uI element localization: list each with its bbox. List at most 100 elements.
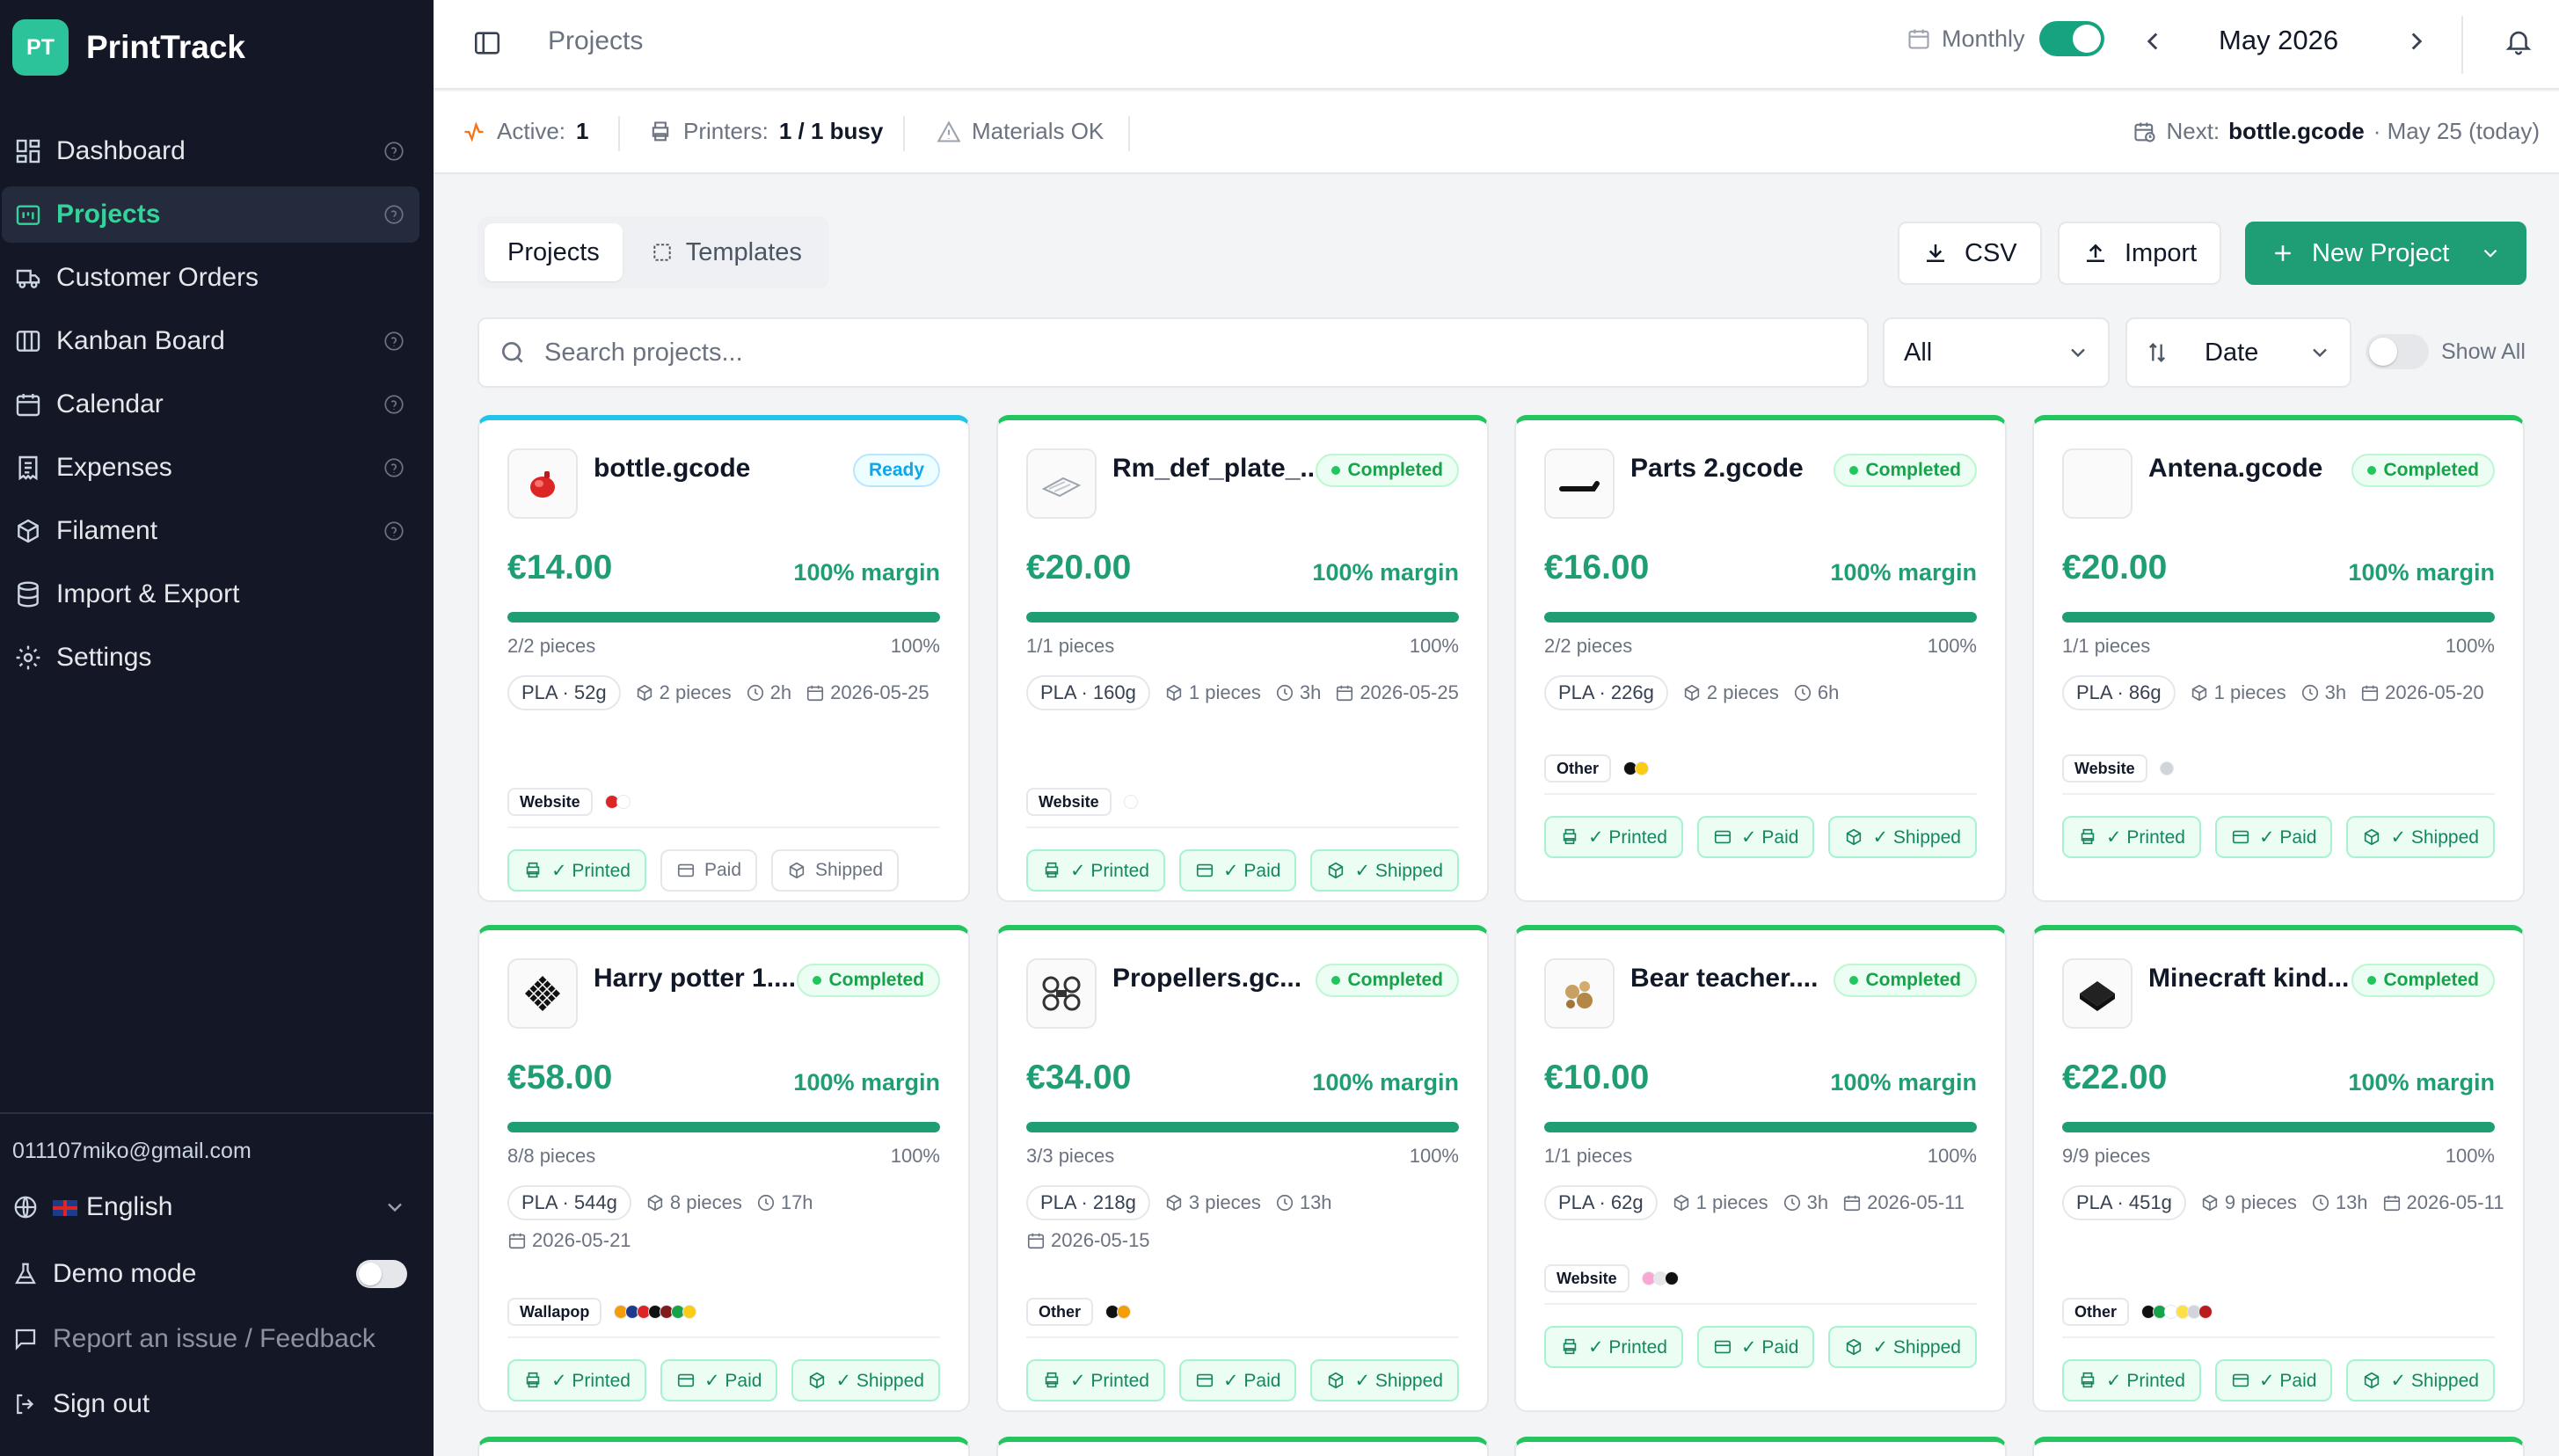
project-card[interactable]: Propellers.gc... Completed €34.00 100% marg… <box>996 925 1489 1412</box>
project-card[interactable]: bottle.gcode Ready €14.00 100% margin 2/2 pi… <box>478 415 970 902</box>
project-card[interactable]: Parts 2.gcode Completed €16.00 100% margin 2… <box>1514 415 2007 902</box>
project-name[interactable]: Antena.gcode <box>2148 454 2368 484</box>
show-all-toggle[interactable] <box>2366 334 2429 369</box>
printed-toggle[interactable]: ✓ Printed <box>1544 1326 1683 1368</box>
demo-mode-toggle[interactable] <box>356 1260 407 1288</box>
source-tag: Website <box>2062 754 2147 783</box>
shipped-toggle[interactable]: ✓ Shipped <box>2346 1359 2495 1401</box>
shipped-toggle[interactable]: ✓ Shipped <box>1828 1326 1977 1368</box>
printed-label: ✓ Printed <box>1588 1336 1667 1358</box>
help-icon[interactable] <box>383 520 405 542</box>
shipped-toggle[interactable]: Shipped <box>771 849 900 892</box>
paid-toggle[interactable]: ✓ Paid <box>1696 816 1815 858</box>
printed-toggle[interactable]: ✓ Printed <box>2062 816 2201 858</box>
printed-toggle[interactable]: ✓ Printed <box>507 1359 646 1401</box>
sidebar-item-calendar[interactable]: Calendar <box>2 376 419 433</box>
shipped-toggle[interactable]: ✓ Shipped <box>1828 816 1977 858</box>
shipped-toggle[interactable]: ✓ Shipped <box>1310 1359 1459 1401</box>
printed-toggle[interactable]: ✓ Printed <box>1026 1359 1165 1401</box>
sidebar-item-kanban-board[interactable]: Kanban Board <box>2 313 419 369</box>
project-name[interactable]: Propellers.gc... <box>1112 964 1332 994</box>
help-icon[interactable] <box>383 393 405 416</box>
prev-month-icon[interactable] <box>2138 26 2168 56</box>
help-icon[interactable] <box>383 203 405 226</box>
print-time-value: 13h <box>2335 1191 2368 1213</box>
sidebar-item-filament[interactable]: Filament <box>2 503 419 559</box>
database-icon <box>18 581 39 608</box>
project-card[interactable]: Rm_def_plate_... Completed €20.00 100% marg… <box>996 415 1489 902</box>
pieces-progress: 1/1 pieces <box>1544 1145 1633 1167</box>
project-name[interactable]: Bear teacher.... <box>1630 964 1850 994</box>
empty-thumb <box>2062 448 2132 519</box>
printed-toggle[interactable]: ✓ Printed <box>1026 849 1165 892</box>
tab-projects[interactable]: Projects <box>485 223 623 281</box>
sidebar-item-customer-orders[interactable]: Customer Orders <box>2 250 419 306</box>
project-name[interactable]: bottle.gcode <box>594 454 813 484</box>
paid-toggle[interactable]: ✓ Paid <box>1178 849 1297 892</box>
credit-card-icon <box>677 863 695 877</box>
color-swatch <box>1664 1271 1679 1285</box>
progress-bar <box>1544 612 1977 622</box>
paid-toggle[interactable]: ✓ Paid <box>660 1359 778 1401</box>
paid-toggle[interactable]: ✓ Paid <box>2214 816 2333 858</box>
sidebar-item-expenses[interactable]: Expenses <box>2 440 419 496</box>
package-icon <box>2365 828 2380 846</box>
paid-toggle[interactable]: ✓ Paid <box>1696 1326 1815 1368</box>
project-card[interactable]: Bear teacher.... Completed €10.00 100% marg… <box>1514 925 2007 1412</box>
sidebar-toggle-icon[interactable] <box>472 28 502 58</box>
project-name[interactable]: Parts 2.gcode <box>1630 454 1850 484</box>
tab-templates[interactable]: Templates <box>628 223 825 281</box>
new-project-button[interactable]: New Project <box>2245 222 2526 285</box>
project-card[interactable] <box>2032 1437 2525 1456</box>
project-tags: Other <box>1026 1298 1132 1326</box>
printed-toggle[interactable]: ✓ Printed <box>2062 1359 2201 1401</box>
shipped-toggle[interactable]: ✓ Shipped <box>791 1359 940 1401</box>
project-card[interactable] <box>478 1437 970 1456</box>
sidebar-item-projects[interactable]: Projects <box>2 186 419 243</box>
paid-toggle[interactable]: ✓ Paid <box>2214 1359 2333 1401</box>
language-select[interactable]: English <box>12 1183 407 1232</box>
brand-logo: PT <box>12 19 69 76</box>
csv-button[interactable]: CSV <box>1898 222 2042 285</box>
monthly-toggle[interactable] <box>2038 21 2104 56</box>
next-month-icon[interactable] <box>2402 26 2431 56</box>
import-label: Import <box>2125 238 2198 267</box>
project-tags: Other <box>1544 754 1650 783</box>
search-input[interactable] <box>544 338 1775 368</box>
project-name[interactable]: Minecraft kind... <box>2148 964 2368 994</box>
sort-select[interactable]: Date <box>2125 317 2351 388</box>
feedback-link[interactable]: Report an issue / Feedback <box>12 1314 407 1364</box>
printed-toggle[interactable]: ✓ Printed <box>1544 816 1683 858</box>
sidebar-item-import-export[interactable]: Import & Export <box>2 566 419 622</box>
sidebar-item-label: Settings <box>56 643 152 672</box>
import-button[interactable]: Import <box>2058 222 2222 285</box>
project-card[interactable]: Antena.gcode Completed €20.00 100% margin 1/… <box>2032 415 2525 902</box>
sidebar-item-settings[interactable]: Settings <box>2 630 419 686</box>
brand[interactable]: PT PrintTrack <box>12 19 245 76</box>
help-icon[interactable] <box>383 140 405 163</box>
print-time-value: 13h <box>1299 1191 1332 1213</box>
help-icon[interactable] <box>383 456 405 479</box>
shipped-toggle[interactable]: ✓ Shipped <box>1310 849 1459 892</box>
project-price: €20.00 <box>2062 549 2168 586</box>
project-card[interactable] <box>996 1437 1489 1456</box>
printed-toggle[interactable]: ✓ Printed <box>507 849 646 892</box>
sign-out-button[interactable]: Sign out <box>12 1380 407 1429</box>
shipped-toggle[interactable]: ✓ Shipped <box>2346 816 2495 858</box>
bell-icon[interactable] <box>2504 26 2533 56</box>
status-filter-select[interactable]: All <box>1883 317 2110 388</box>
project-actions: ✓ Printed ✓ Paid ✓ Shipped <box>1026 1359 1459 1401</box>
paid-toggle[interactable]: ✓ Paid <box>1178 1359 1297 1401</box>
drone-thumb <box>1026 958 1097 1029</box>
paid-toggle[interactable]: Paid <box>660 849 757 892</box>
project-name[interactable]: Harry potter 1.... <box>594 964 813 994</box>
sidebar-item-dashboard[interactable]: Dashboard <box>2 123 419 179</box>
chevron-down-icon[interactable] <box>2479 242 2502 265</box>
help-icon[interactable] <box>383 330 405 353</box>
project-card[interactable]: Minecraft kind... Completed €22.00 100% mar… <box>2032 925 2525 1412</box>
project-card[interactable] <box>1514 1437 2007 1456</box>
next-print[interactable]: Next: bottle.gcode · May 25 (today) <box>2132 118 2540 145</box>
project-card[interactable]: Harry potter 1.... Completed €58.00 100% ma… <box>478 925 970 1412</box>
project-name[interactable]: Rm_def_plate_... <box>1112 454 1332 484</box>
filament-colors <box>1623 761 1650 775</box>
